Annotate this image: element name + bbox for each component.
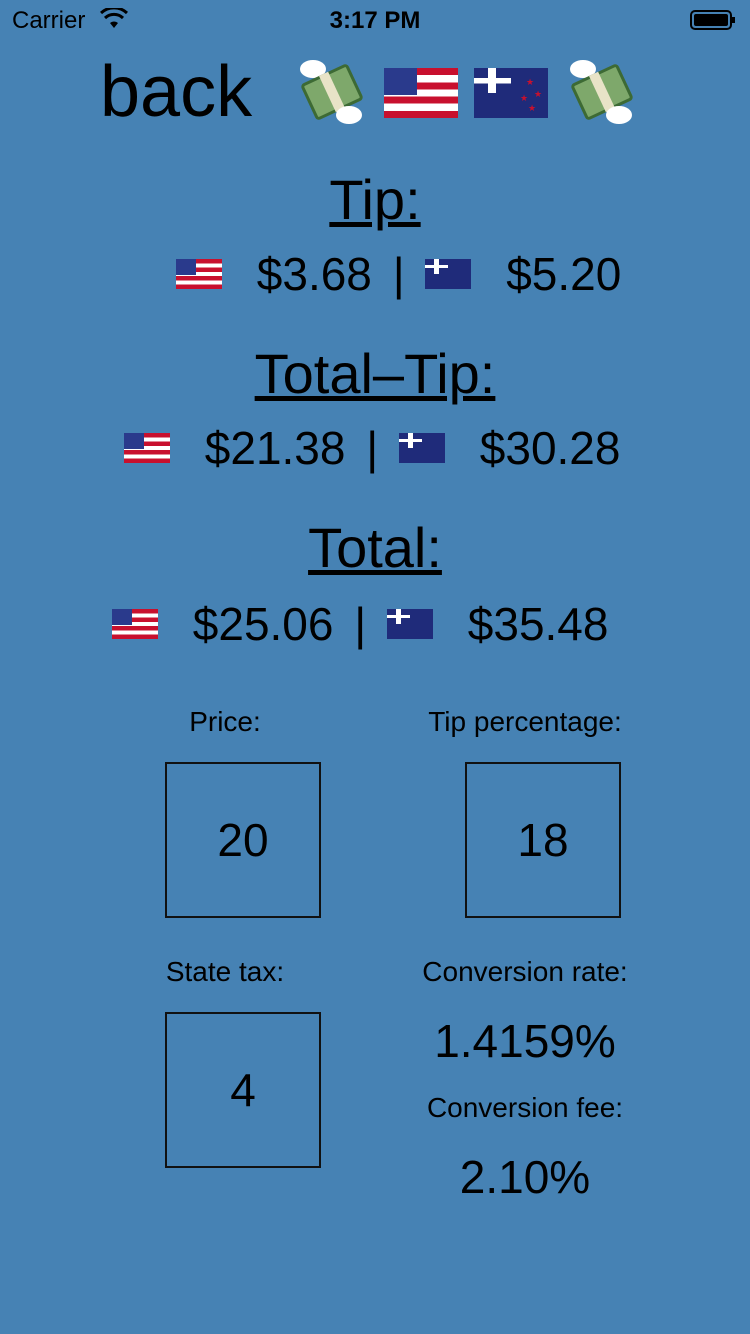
nz-flag-icon	[399, 432, 445, 463]
conversion-fee-value: 2.10%	[459, 1151, 591, 1203]
total-minus-tip-values: $21.38 | $30.28	[124, 420, 620, 476]
tip-nzd: $5.20	[506, 248, 622, 300]
state-tax-input[interactable]: 4	[165, 1012, 321, 1168]
price-input[interactable]: 20	[165, 762, 321, 918]
conversion-rate-label: Conversion rate:	[422, 956, 628, 987]
us-flag-icon	[124, 432, 170, 463]
tip-usd: $3.68	[256, 248, 372, 300]
separator: |	[366, 422, 379, 474]
battery-icon	[690, 10, 735, 30]
us-flag-icon	[112, 608, 158, 639]
total-minus-tip-usd: $21.38	[204, 422, 346, 474]
tip-percentage-input[interactable]: 18	[465, 762, 621, 918]
tip-percentage-label: Tip percentage:	[428, 706, 622, 737]
separator: |	[392, 248, 405, 300]
back-button[interactable]: back	[100, 52, 252, 132]
conversion-rate-value: 1.4159%	[434, 1015, 616, 1067]
total-title: Total:	[308, 516, 442, 579]
price-label: Price:	[189, 706, 261, 737]
conversion-fee-label: Conversion fee:	[426, 1092, 624, 1123]
us-flag-icon	[384, 68, 458, 118]
us-flag-icon	[176, 258, 222, 289]
nz-flag-icon	[387, 608, 433, 639]
status-bar: Carrier 3:17 PM	[0, 0, 750, 40]
money-with-wings-icon	[292, 56, 366, 130]
total-nzd: $35.48	[467, 598, 609, 650]
separator: |	[354, 598, 367, 650]
state-tax-label: State tax:	[165, 956, 285, 987]
tip-values: $3.68 | $5.20	[176, 246, 621, 302]
tip-title: Tip:	[329, 168, 421, 231]
total-values: $25.06 | $35.48	[112, 596, 608, 652]
nz-flag-icon	[425, 258, 472, 289]
status-time: 3:17 PM	[329, 7, 421, 34]
nz-flag-icon: ★ ★ ★ ★	[474, 68, 548, 118]
total-minus-tip-title: Total–Tip:	[254, 342, 496, 405]
money-with-wings-icon	[562, 56, 636, 130]
total-usd: $25.06	[192, 598, 334, 650]
total-minus-tip-nzd: $30.28	[479, 422, 621, 474]
header: back ★ ★ ★ ★	[0, 52, 750, 132]
